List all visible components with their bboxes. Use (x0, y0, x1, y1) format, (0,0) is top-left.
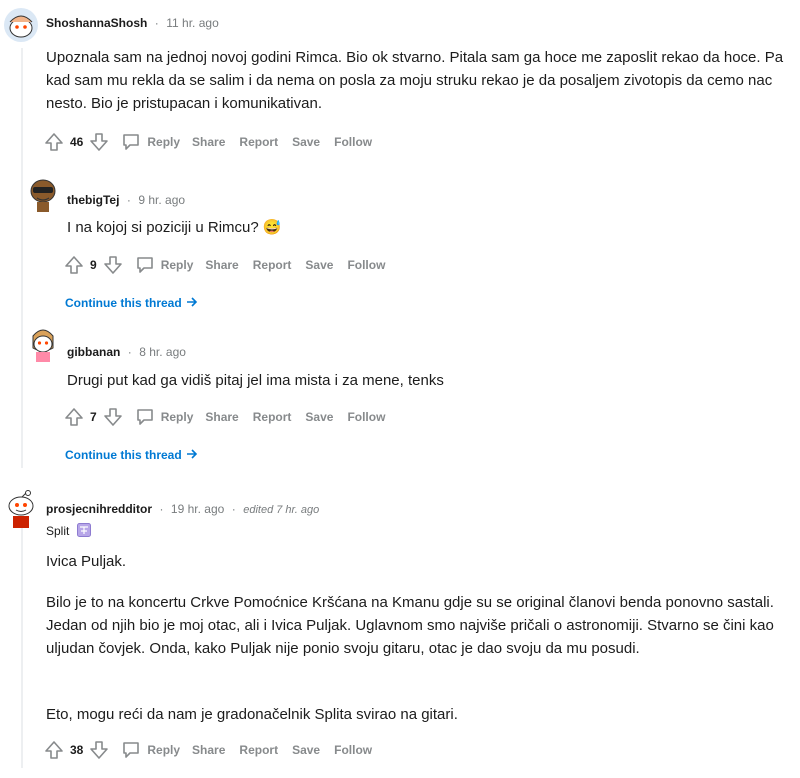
upvote-arrow-icon[interactable] (44, 740, 64, 760)
thread-line[interactable] (21, 528, 23, 768)
separator-dot: · (154, 16, 159, 30)
report-button[interactable]: Report (239, 743, 278, 757)
separator-dot: · (126, 193, 131, 207)
username-link[interactable]: prosjecnihredditor (46, 502, 152, 516)
speech-bubble-icon (136, 409, 153, 425)
continue-thread-label: Continue this thread (65, 296, 182, 310)
comment-header: gibbanan · 8 hr. ago (67, 343, 186, 361)
comment-body: I na kojoj si poziciji u Rimcu? 😅 (67, 219, 282, 236)
continue-thread-link[interactable]: Continue this thread (65, 446, 198, 464)
arrow-right-icon (187, 449, 198, 459)
comment-paragraph: Eto, mogu reći da nam je gradonačelnik S… (46, 706, 458, 723)
report-button[interactable]: Report (253, 410, 292, 424)
save-button[interactable]: Save (305, 258, 333, 272)
comment-actions: 46 Reply Share Report Save Follow (44, 130, 386, 154)
comment-body: Upoznala sam na jednoj novoj godini Rimc… (46, 49, 784, 112)
save-button[interactable]: Save (292, 135, 320, 149)
speech-bubble-icon (136, 257, 153, 273)
separator-dot: · (127, 345, 132, 359)
follow-button[interactable]: Follow (347, 258, 385, 272)
comment-body: Drugi put kad ga vidiš pitaj jel ima mis… (67, 372, 444, 389)
reply-label: Reply (147, 743, 181, 757)
follow-button[interactable]: Follow (334, 135, 372, 149)
follow-button[interactable]: Follow (334, 743, 372, 757)
avatar[interactable] (27, 176, 59, 212)
username-link[interactable]: thebigTej (67, 193, 119, 207)
comment-paragraph: Bilo je to na koncertu Crkve Pomoćnice K… (46, 594, 774, 657)
edited-label: edited 7 hr. ago (243, 504, 320, 516)
save-button[interactable]: Save (305, 410, 333, 424)
avatar[interactable] (27, 326, 59, 362)
user-flair: Split (46, 522, 91, 540)
flair-text: Split (46, 524, 70, 538)
upvote-arrow-icon[interactable] (64, 255, 84, 275)
upvote-arrow-icon[interactable] (44, 132, 64, 152)
vote-count: 9 (90, 258, 97, 272)
share-button[interactable]: Share (205, 410, 238, 424)
downvote-arrow-icon[interactable] (89, 132, 109, 152)
timestamp[interactable]: 9 hr. ago (138, 193, 185, 207)
comment-header: ShoshannaShosh · 11 hr. ago (46, 14, 219, 32)
avatar[interactable] (4, 488, 38, 528)
reply-button[interactable]: Reply (135, 255, 194, 275)
upvote-arrow-icon[interactable] (64, 407, 84, 427)
timestamp[interactable]: 19 hr. ago (171, 502, 224, 516)
thread-line[interactable] (21, 48, 23, 468)
comment-actions: 7 Reply Share Report Save Follow (64, 405, 399, 429)
arrow-right-icon (187, 297, 198, 307)
username-link[interactable]: gibbanan (67, 345, 120, 359)
comment-header: thebigTej · 9 hr. ago (67, 191, 185, 209)
report-button[interactable]: Report (239, 135, 278, 149)
reply-button[interactable]: Reply (121, 132, 180, 152)
comment-header: prosjecnihredditor · 19 hr. ago · edited… (46, 500, 319, 518)
comment-actions: 9 Reply Share Report Save Follow (64, 253, 399, 277)
downvote-arrow-icon[interactable] (103, 255, 123, 275)
report-button[interactable]: Report (253, 258, 292, 272)
flair-emoji-icon (76, 523, 91, 537)
reply-button[interactable]: Reply (121, 740, 180, 760)
follow-button[interactable]: Follow (347, 410, 385, 424)
comment-actions: 38 Reply Share Report Save Follow (44, 738, 386, 762)
reply-label: Reply (160, 258, 194, 272)
downvote-arrow-icon[interactable] (103, 407, 123, 427)
share-button[interactable]: Share (205, 258, 238, 272)
save-button[interactable]: Save (292, 743, 320, 757)
avatar[interactable] (4, 8, 38, 42)
share-button[interactable]: Share (192, 743, 225, 757)
separator-dot: · (231, 502, 236, 516)
speech-bubble-icon (123, 742, 140, 758)
continue-thread-label: Continue this thread (65, 448, 182, 462)
reply-label: Reply (147, 135, 181, 149)
vote-count: 38 (70, 743, 84, 757)
downvote-arrow-icon[interactable] (89, 740, 109, 760)
reply-button[interactable]: Reply (135, 407, 194, 427)
vote-count: 46 (70, 135, 84, 149)
timestamp[interactable]: 11 hr. ago (166, 16, 219, 30)
separator-dot: · (159, 502, 164, 516)
username-link[interactable]: ShoshannaShosh (46, 16, 147, 30)
speech-bubble-icon (123, 134, 140, 150)
reply-label: Reply (160, 410, 194, 424)
timestamp[interactable]: 8 hr. ago (139, 345, 186, 359)
vote-count: 7 (90, 410, 97, 424)
comment-paragraph: Ivica Puljak. (46, 553, 127, 570)
continue-thread-link[interactable]: Continue this thread (65, 294, 198, 312)
share-button[interactable]: Share (192, 135, 225, 149)
